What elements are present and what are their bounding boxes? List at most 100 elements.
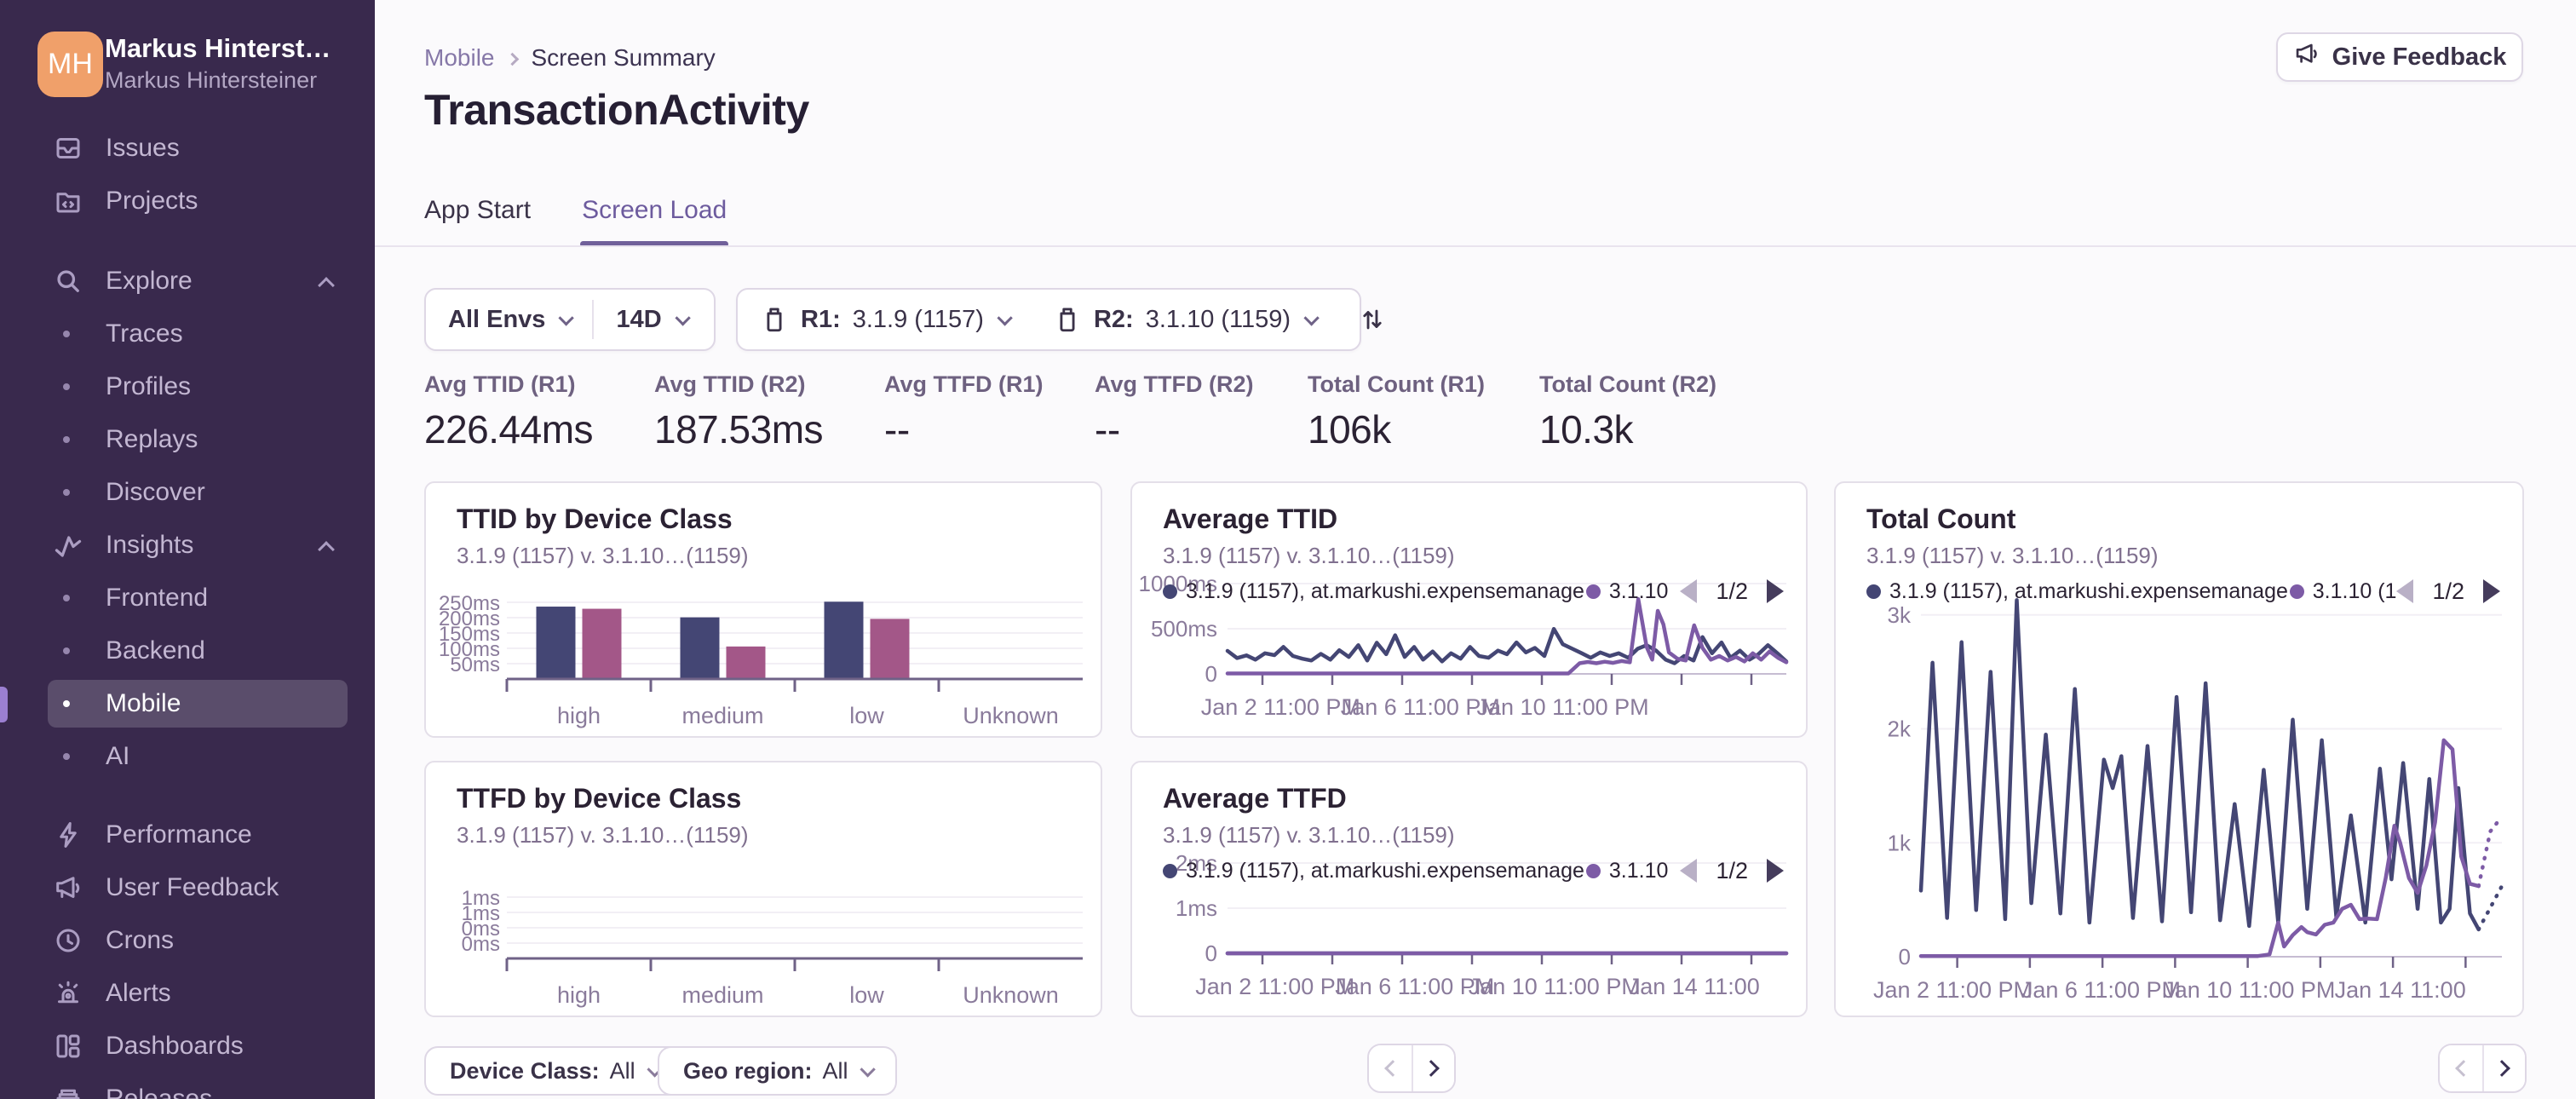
chart-legend: 3.1.9 (1157), at.markushi.expensemanage … bbox=[1163, 577, 1784, 606]
bullet-icon bbox=[63, 331, 70, 337]
legend-pager: 1/2 bbox=[1680, 578, 1784, 605]
performance-icon bbox=[53, 820, 83, 850]
prev-page-button[interactable] bbox=[2440, 1045, 2482, 1091]
svg-text:1ms: 1ms bbox=[1176, 895, 1217, 921]
bullet-icon bbox=[63, 753, 70, 760]
tab-app-start[interactable]: App Start bbox=[424, 196, 531, 244]
chevron-up-icon bbox=[318, 277, 335, 294]
sidebar-item-discover[interactable]: Discover bbox=[48, 469, 348, 516]
sidebar-item-releases[interactable]: Releases bbox=[48, 1075, 348, 1099]
legend-prev-icon[interactable] bbox=[2396, 579, 2414, 603]
legend-next-icon[interactable] bbox=[1767, 579, 1784, 603]
sidebar-item-mobile[interactable]: Mobile bbox=[48, 680, 348, 728]
breadcrumb-mobile-link[interactable]: Mobile bbox=[424, 44, 494, 72]
sidebar-item-frontend[interactable]: Frontend bbox=[48, 574, 348, 622]
breadcrumb-current: Screen Summary bbox=[531, 44, 716, 71]
svg-text:Jan 10 11:00 PM: Jan 10 11:00 PM bbox=[2163, 977, 2335, 1003]
release-1-filter[interactable]: R1: 3.1.9 (1157) bbox=[738, 290, 1031, 349]
svg-text:1k: 1k bbox=[1888, 830, 1912, 855]
sidebar-item-dashboards[interactable]: Dashboards bbox=[48, 1022, 348, 1070]
feedback-icon bbox=[53, 872, 83, 903]
legend-pager: 1/2 bbox=[1680, 858, 1784, 884]
svg-text:3k: 3k bbox=[1888, 602, 1912, 628]
chevron-up-icon bbox=[318, 541, 335, 558]
bullet-icon bbox=[63, 383, 70, 390]
page-title: TransactionActivity bbox=[424, 86, 809, 134]
svg-text:2k: 2k bbox=[1888, 716, 1912, 742]
sidebar-item-backend[interactable]: Backend bbox=[48, 627, 348, 675]
sidebar-item-profiles[interactable]: Profiles bbox=[48, 363, 348, 411]
sidebar-item-alerts[interactable]: Alerts bbox=[48, 970, 348, 1017]
sidebar-item-crons[interactable]: Crons bbox=[48, 917, 348, 964]
svg-text:Jan 10 11:00 PM: Jan 10 11:00 PM bbox=[1469, 974, 1641, 999]
svg-text:0: 0 bbox=[1205, 941, 1217, 966]
package-icon bbox=[1053, 305, 1082, 334]
sidebar-item-insights[interactable]: Insights bbox=[48, 521, 348, 569]
legend-prev-icon[interactable] bbox=[1680, 859, 1698, 883]
legend-next-icon[interactable] bbox=[1767, 859, 1784, 883]
device-class-filter[interactable]: Device Class: All bbox=[424, 1046, 684, 1096]
breadcrumb: Mobile Screen Summary bbox=[424, 44, 716, 72]
filter-group-env-period: All Envs 14D bbox=[424, 288, 716, 351]
svg-text:medium: medium bbox=[681, 982, 763, 1008]
panel-ttfd-by-device-class: TTFD by Device Class 3.1.9 (1157) v. 3.1… bbox=[424, 761, 1102, 1017]
swap-releases-button[interactable] bbox=[1337, 305, 1407, 334]
series-r1-dot bbox=[1163, 584, 1177, 599]
svg-text:Unknown: Unknown bbox=[963, 703, 1059, 728]
legend-next-icon[interactable] bbox=[2483, 579, 2500, 603]
chevron-down-icon bbox=[859, 1061, 876, 1078]
next-page-button[interactable] bbox=[1412, 1045, 1454, 1091]
sidebar-item-replays[interactable]: Replays bbox=[48, 416, 348, 463]
panel-average-ttfd: Average TTFD 3.1.9 (1157) v. 3.1.10…(115… bbox=[1130, 761, 1808, 1017]
search-icon bbox=[53, 266, 83, 296]
svg-text:high: high bbox=[557, 982, 601, 1008]
sidebar-item-projects[interactable]: Projects bbox=[48, 177, 348, 225]
megaphone-icon bbox=[2293, 40, 2320, 74]
insights-icon bbox=[53, 530, 83, 561]
chart-legend: 3.1.9 (1157), at.markushi.expensemanage … bbox=[1163, 856, 1784, 885]
env-filter[interactable]: All Envs bbox=[426, 290, 592, 349]
give-feedback-button[interactable]: Give Feedback bbox=[2276, 32, 2523, 82]
total-count-pagination bbox=[2438, 1044, 2527, 1093]
svg-text:0: 0 bbox=[1205, 661, 1217, 687]
svg-text:Jan 2 11:00 PM: Jan 2 11:00 PM bbox=[1195, 974, 1354, 999]
sidebar-item-explore[interactable]: Explore bbox=[48, 257, 348, 305]
sidebar-item-ai[interactable]: AI bbox=[48, 733, 348, 780]
sidebar-item-performance[interactable]: Performance bbox=[48, 811, 348, 859]
release-2-filter[interactable]: R2: 3.1.10 (1159) bbox=[1031, 290, 1337, 349]
chevron-down-icon bbox=[675, 309, 691, 326]
projects-icon bbox=[53, 186, 83, 216]
svg-text:Unknown: Unknown bbox=[963, 982, 1059, 1008]
prev-page-button[interactable] bbox=[1369, 1045, 1412, 1091]
series-r1-dot bbox=[1163, 863, 1177, 878]
sidebar-item-issues[interactable]: Issues bbox=[48, 124, 348, 172]
package-icon bbox=[760, 305, 789, 334]
legend-prev-icon[interactable] bbox=[1680, 579, 1698, 603]
svg-text:0: 0 bbox=[1899, 944, 1911, 970]
bullet-icon bbox=[63, 489, 70, 496]
svg-text:Jan 14 11:00: Jan 14 11:00 bbox=[2335, 977, 2466, 1003]
panel-ttid-by-device-class: TTID by Device Class 3.1.9 (1157) v. 3.1… bbox=[424, 481, 1102, 738]
next-page-button[interactable] bbox=[2482, 1045, 2525, 1091]
chevron-right-icon bbox=[506, 52, 520, 66]
stat-avg-ttid-r1-: Avg TTID (R1) 226.44ms bbox=[424, 371, 594, 452]
tab-screen-load[interactable]: Screen Load bbox=[580, 196, 729, 247]
period-filter[interactable]: 14D bbox=[594, 290, 708, 349]
svg-text:Jan 2 11:00 PM: Jan 2 11:00 PM bbox=[1201, 694, 1360, 720]
stat-avg-ttfd-r2-: Avg TTFD (R2) -- bbox=[1095, 371, 1254, 452]
svg-text:0ms: 0ms bbox=[462, 933, 500, 956]
chevron-left-icon bbox=[2455, 1060, 2472, 1077]
sidebar-item-user-feedback[interactable]: User Feedback bbox=[48, 864, 348, 912]
chevron-right-icon bbox=[2493, 1060, 2510, 1077]
sidebar: MH Markus Hinterst… Markus Hintersteiner… bbox=[0, 0, 375, 1099]
svg-text:Jan 6 11:00 PM: Jan 6 11:00 PM bbox=[2021, 977, 2181, 1003]
bullet-icon bbox=[63, 647, 70, 654]
series-r2-dot bbox=[2289, 584, 2304, 599]
filter-group-releases: R1: 3.1.9 (1157) R2: 3.1.10 (1159) bbox=[736, 288, 1382, 351]
header-divider bbox=[375, 245, 2576, 247]
sidebar-nav: Issues Projects Explore Traces Profiles … bbox=[0, 0, 375, 1099]
geo-region-filter[interactable]: Geo region: All bbox=[658, 1046, 897, 1096]
panel-average-ttid: Average TTID 3.1.9 (1157) v. 3.1.10…(115… bbox=[1130, 481, 1808, 738]
screen-summary-page: { "colors": { "r1_series": "#444674", "r… bbox=[0, 0, 2576, 1099]
sidebar-item-traces[interactable]: Traces bbox=[48, 310, 348, 358]
